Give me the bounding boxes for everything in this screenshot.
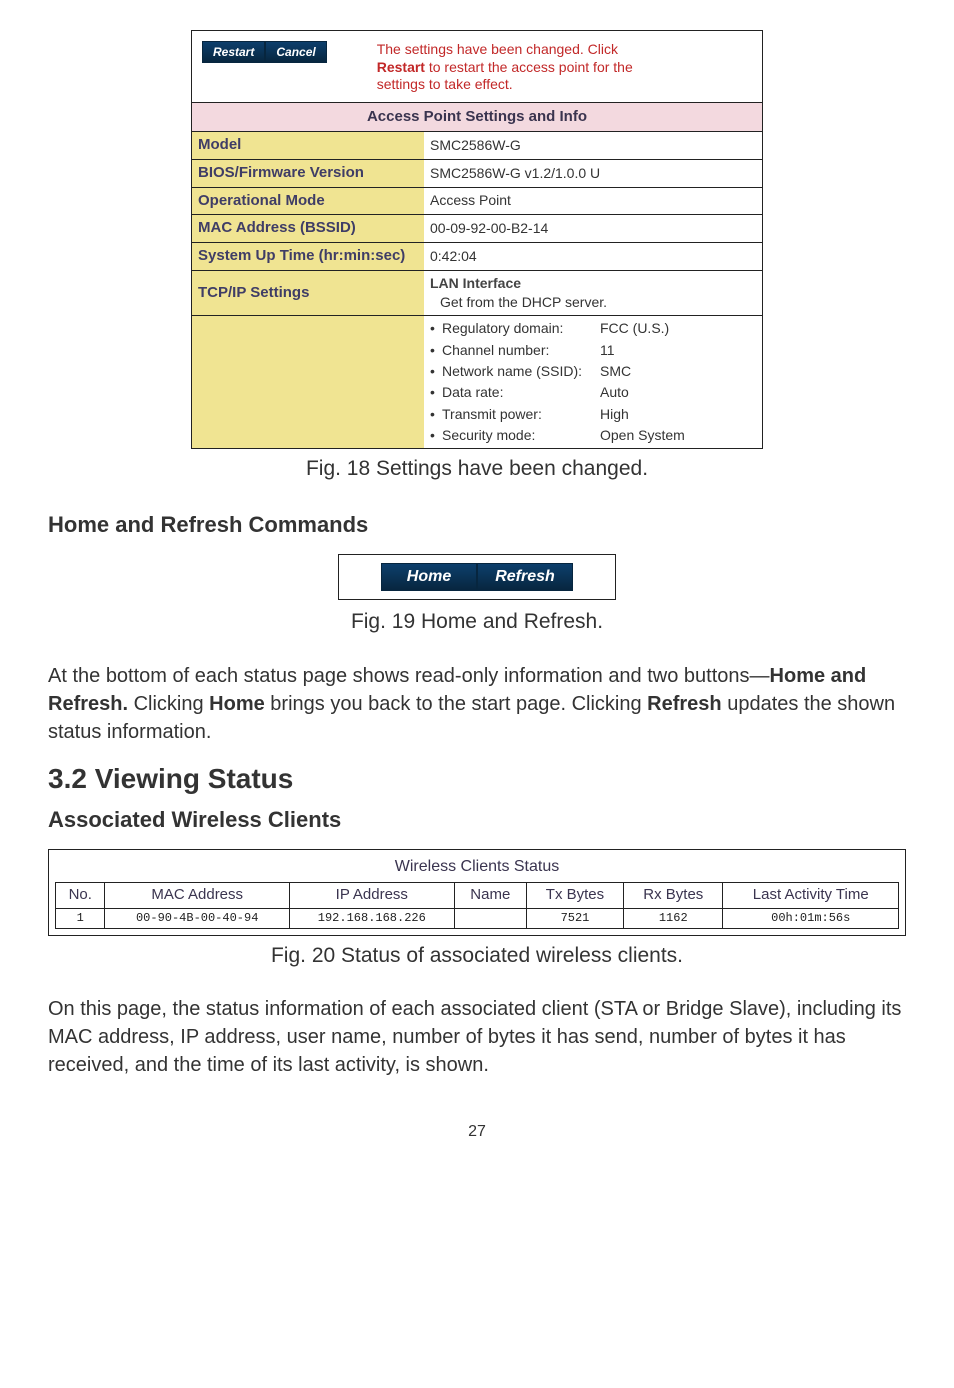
- cancel-button[interactable]: Cancel: [265, 41, 326, 63]
- fig20-caption: Fig. 20 Status of associated wireless cl…: [48, 942, 906, 971]
- restart-button[interactable]: Restart: [202, 41, 265, 63]
- cell-rx: 1162: [624, 908, 723, 928]
- settings-changed-message: The settings have been changed. Click Re…: [377, 41, 667, 94]
- fig19-box: Home Refresh: [338, 554, 616, 600]
- fig18-caption: Fig. 18 Settings have been changed.: [48, 455, 906, 484]
- row-uptime-label: System Up Time (hr:min:sec): [192, 242, 424, 270]
- fig20-box: Wireless Clients Status No. MAC Address …: [48, 849, 906, 935]
- cell-name: [454, 908, 526, 928]
- clients-table: No. MAC Address IP Address Name Tx Bytes…: [55, 882, 899, 928]
- row-specs-value: Regulatory domain: FCC (U.S.) Channel nu…: [424, 316, 762, 448]
- settings-table-header: Access Point Settings and Info: [192, 102, 762, 132]
- row-tcp-value: LAN Interface Get from the DHCP server.: [424, 270, 762, 316]
- row-bios-value: SMC2586W-G v1.2/1.0.0 U: [424, 159, 762, 187]
- fig19-caption: Fig. 19 Home and Refresh.: [48, 608, 906, 637]
- row-mode-value: Access Point: [424, 187, 762, 215]
- cell-mac: 00-90-4B-00-40-94: [105, 908, 289, 928]
- section-3-2-heading: 3.2 Viewing Status: [48, 760, 906, 799]
- cell-no: 1: [56, 908, 105, 928]
- refresh-button[interactable]: Refresh: [477, 563, 573, 591]
- col-ip: IP Address: [289, 883, 454, 909]
- row-uptime-value: 0:42:04: [424, 242, 762, 270]
- cell-tx: 7521: [526, 908, 623, 928]
- row-mac-value: 00-09-92-00-B2-14: [424, 215, 762, 243]
- settings-table: Access Point Settings and Info Model SMC…: [192, 102, 762, 449]
- page-number: 27: [48, 1121, 906, 1143]
- col-no: No.: [56, 883, 105, 909]
- row-specs-label: [192, 316, 424, 448]
- home-button[interactable]: Home: [381, 563, 477, 591]
- cell-ip: 192.168.168.226: [289, 908, 454, 928]
- cell-last: 00h:01m:56s: [723, 908, 899, 928]
- clients-paragraph: On this page, the status information of …: [48, 996, 906, 1079]
- associated-clients-heading: Associated Wireless Clients: [48, 805, 906, 835]
- col-name: Name: [454, 883, 526, 909]
- home-refresh-paragraph: At the bottom of each status page shows …: [48, 663, 906, 746]
- row-model-value: SMC2586W-G: [424, 132, 762, 160]
- row-model-label: Model: [192, 132, 424, 160]
- clients-table-title: Wireless Clients Status: [55, 856, 899, 882]
- row-bios-label: BIOS/Firmware Version: [192, 159, 424, 187]
- col-last: Last Activity Time: [723, 883, 899, 909]
- col-rx: Rx Bytes: [624, 883, 723, 909]
- row-mac-label: MAC Address (BSSID): [192, 215, 424, 243]
- table-row: 100-90-4B-00-40-94192.168.168.226 7521116…: [56, 908, 899, 928]
- row-tcp-label: TCP/IP Settings: [192, 270, 424, 316]
- fig18-box: Restart Cancel The settings have been ch…: [191, 30, 763, 449]
- home-refresh-heading: Home and Refresh Commands: [48, 510, 906, 540]
- col-mac: MAC Address: [105, 883, 289, 909]
- col-tx: Tx Bytes: [526, 883, 623, 909]
- row-mode-label: Operational Mode: [192, 187, 424, 215]
